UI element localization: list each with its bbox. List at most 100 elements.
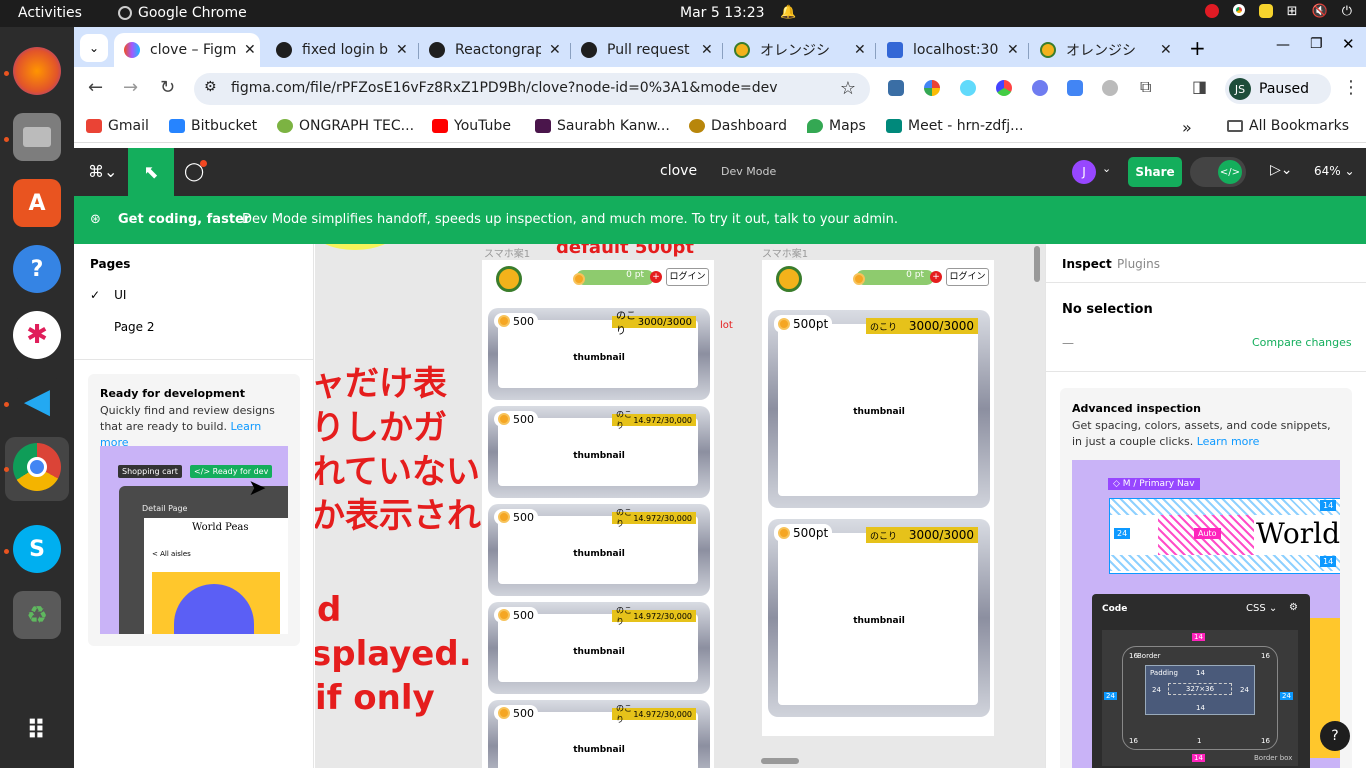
close-tab-icon[interactable]: ✕ [244,42,256,58]
chrome-menu-icon[interactable]: ⋮ [1342,77,1360,98]
reload-icon[interactable]: ↻ [160,77,175,98]
skype-icon[interactable]: S [13,525,61,573]
share-button[interactable]: Share [1128,157,1182,187]
css-dropdown[interactable]: CSS ⌄ [1246,603,1277,614]
forward-icon[interactable]: → [123,77,138,98]
network-icon[interactable]: ⊞ [1287,4,1298,19]
bookmark-bitbucket[interactable]: Bitbucket [169,118,257,134]
bookmark-slack[interactable]: Saurabh Kanw... [535,118,670,134]
add-points-icon[interactable]: + [650,271,662,283]
tab-search-button[interactable]: ⌄ [80,34,108,62]
side-panel-icon[interactable]: ◨ [1192,77,1207,96]
extensions-puzzle-icon[interactable]: ⧉ [1140,77,1151,97]
google-translate-icon[interactable] [1067,80,1083,96]
horizontal-scrollbar[interactable] [761,758,799,764]
extension-screen-icon[interactable] [888,80,904,96]
chevron-down-icon[interactable]: ⌄ [1102,162,1111,175]
tab-github-3[interactable]: Pull request ✕ [571,33,721,67]
gacha-card[interactable]: 500 のこり 14.972/30,000 thumbnail [488,406,710,498]
points-pill[interactable]: 0 pt [576,270,654,285]
learn-more-link[interactable]: Learn more [1197,435,1260,448]
url-text[interactable]: figma.com/file/rPFZosE16vFz8RxZ1PD9Bh/cl… [231,80,778,96]
file-name[interactable]: clove [660,163,697,179]
add-points-icon[interactable]: + [930,271,942,283]
compare-changes-link[interactable]: Compare changes [1252,336,1352,349]
volume-icon[interactable]: 🔇 [1312,4,1328,19]
help-button[interactable]: ? [1320,721,1350,751]
close-tab-icon[interactable]: ✕ [854,42,866,58]
close-tab-icon[interactable]: ✕ [549,42,561,58]
window-close-icon[interactable]: ✕ [1342,35,1355,53]
tab-inspect[interactable]: Inspect [1062,257,1112,271]
address-bar[interactable]: ⚙ figma.com/file/rPFZosE16vFz8RxZ1PD9Bh/… [194,73,870,105]
bookmark-ongraph[interactable]: ONGRAPH TEC... [277,118,414,134]
points-pill[interactable]: 0 pt [856,270,934,285]
maximize-icon[interactable]: ❐ [1310,36,1323,52]
figma-menu-icon[interactable]: ⌘⌄ [88,162,117,181]
bookmark-star-icon[interactable]: ☆ [840,78,856,99]
settings-icon[interactable]: ⚙ [1289,602,1298,613]
record-icon[interactable] [1204,4,1219,18]
frame2-label[interactable]: スマホ案1 [762,245,808,260]
activities-button[interactable]: Activities [18,5,82,21]
tray-app-icon[interactable] [1258,4,1273,18]
phone-frame-2[interactable]: 0 pt + ログイン 500pt のこり 3000/3000 thumbnail… [762,260,994,736]
figma-canvas[interactable]: default 500pt スマホ案1 スマホ案1 lot ャだけ表 りしかガ … [315,244,1045,768]
profile-button[interactable]: JS Paused [1225,74,1331,104]
chrome-dock-icon[interactable] [13,443,61,491]
frame1-label[interactable]: スマホ案1 [484,245,530,260]
login-button[interactable]: ログイン [946,268,989,286]
close-tab-icon[interactable]: ✕ [701,42,713,58]
clock[interactable]: Mar 5 13:23 [680,5,765,21]
tab-plugins[interactable]: Plugins [1117,257,1160,271]
gacha-card[interactable]: 500 のこり 3000/3000 thumbnail [488,308,710,400]
software-center-icon[interactable]: A [13,179,61,227]
bookmark-meet[interactable]: Meet - hrn-zdfj... [886,118,1023,134]
phone-frame-1[interactable]: 0 pt + ログイン 500 のこり 3000/3000 thumbnail 5… [482,260,714,768]
react-devtools-icon[interactable] [960,80,976,96]
gacha-card[interactable]: 500 のこり 14.972/30,000 thumbnail [488,700,710,768]
tab-github-2[interactable]: Reactongrap ✕ [419,33,569,67]
tab-localhost[interactable]: localhost:30 ✕ [877,33,1027,67]
new-tab-button[interactable]: + [1189,36,1206,60]
all-bookmarks[interactable]: All Bookmarks [1227,118,1349,134]
gacha-card[interactable]: 500 のこり 14.972/30,000 thumbnail [488,504,710,596]
system-tray[interactable]: ⊞ 🔇 ⏻ [1204,4,1352,19]
site-info-icon[interactable]: ⚙ [204,79,217,95]
vscode-icon[interactable]: ◀ [13,377,61,425]
help-icon[interactable]: ? [13,245,61,293]
page-item-ui[interactable]: ✓ UI [90,288,126,302]
vertical-scrollbar[interactable] [1034,246,1040,282]
extension-misc-icon[interactable] [1102,80,1118,96]
bookmark-youtube[interactable]: YouTube [432,118,511,134]
bookmark-maps[interactable]: Maps [807,118,866,134]
bookmark-gmail[interactable]: Gmail [86,118,149,134]
zoom-level[interactable]: 64% ⌄ [1314,164,1355,178]
back-icon[interactable]: ← [88,77,103,98]
tab-figma[interactable]: clove – Figma ✕ [114,33,260,67]
tab-orange-1[interactable]: オレンジシ ✕ [724,33,874,67]
page-item-page-2[interactable]: Page 2 [114,320,155,334]
gacha-card-large[interactable]: 500pt のこり 3000/3000 thumbnail [768,310,990,508]
minimize-icon[interactable]: — [1276,37,1290,53]
gacha-card-large[interactable]: 500pt のこり 3000/3000 thumbnail [768,519,990,717]
more-bookmarks-icon[interactable]: » [1182,118,1192,137]
slack-icon[interactable]: ✱ [13,311,61,359]
close-tab-icon[interactable]: ✕ [1007,42,1019,58]
dev-mode-toggle[interactable]: </> [1190,157,1246,187]
tab-orange-2[interactable]: オレンジシ ✕ [1030,33,1180,67]
extension-color-icon[interactable] [924,80,940,96]
login-button[interactable]: ログイン [666,268,709,286]
extension-gear-icon[interactable] [1032,80,1048,96]
extension-palette-icon[interactable] [996,80,1012,96]
show-apps-icon[interactable]: ⠿ [13,707,61,755]
app-menu[interactable]: Google Chrome [118,5,247,21]
power-icon[interactable]: ⏻ [1342,4,1352,19]
chrome-tray-icon[interactable] [1232,4,1245,16]
user-avatar[interactable]: J [1072,160,1096,184]
trash-icon[interactable]: ♻ [13,591,61,639]
present-play-icon[interactable]: ▷⌄ [1270,162,1293,178]
bookmark-dashboard[interactable]: Dashboard [689,118,787,134]
select-tool-icon[interactable]: ⬉ [128,148,174,196]
close-tab-icon[interactable]: ✕ [1160,42,1172,58]
